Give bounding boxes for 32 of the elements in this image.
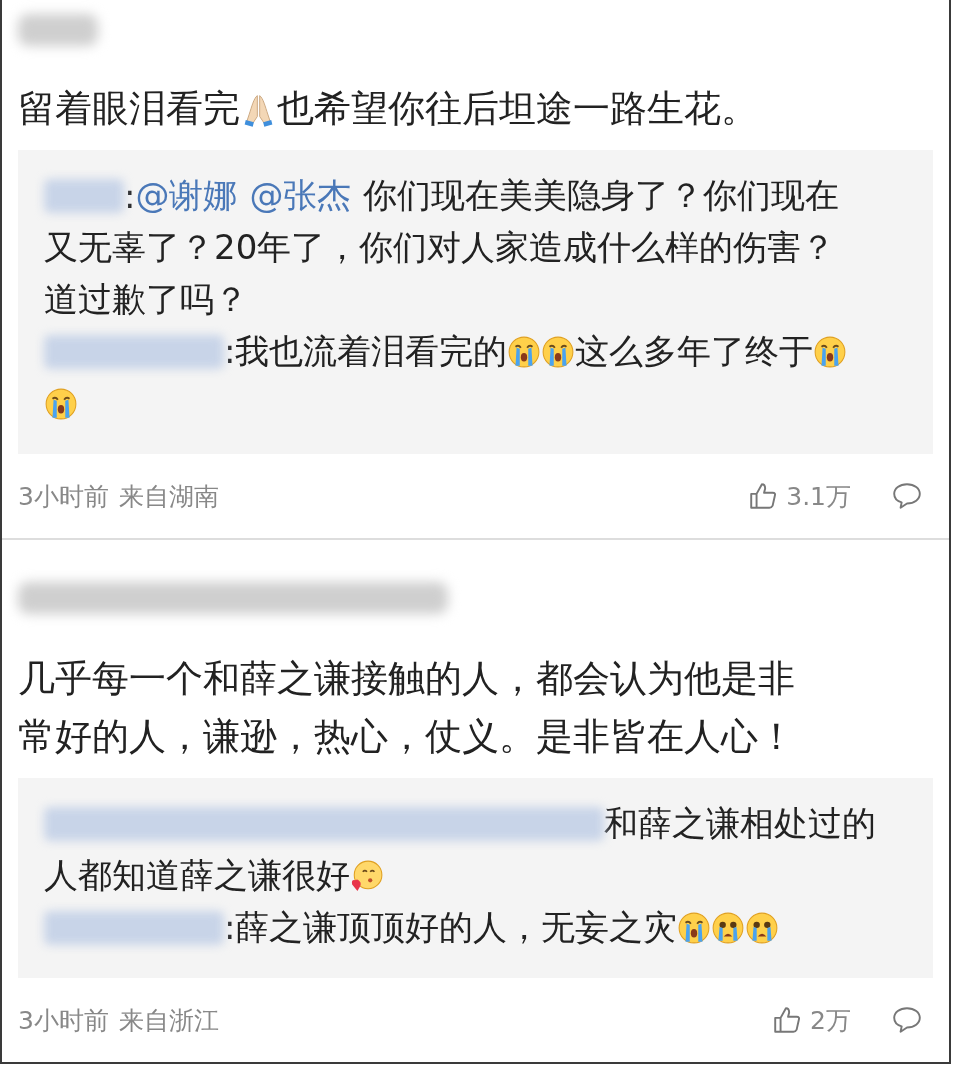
comment-time: 3小时前 xyxy=(18,480,109,513)
comment-location: 来自浙江 xyxy=(118,1004,219,1037)
reply-text: 这么多年了终于 xyxy=(575,330,814,373)
teary-face-icon xyxy=(711,911,746,945)
crying-face-icon xyxy=(44,387,78,421)
crying-face-icon xyxy=(507,335,542,369)
reply-text: 你们现在美美隐身了？你们现在 xyxy=(363,174,840,217)
mention-link[interactable]: @张杰 xyxy=(249,173,352,219)
thumbs-up-icon[interactable] xyxy=(748,481,779,511)
crying-face-icon xyxy=(677,911,712,945)
comment-text: 留着眼泪看完 xyxy=(18,86,240,132)
comment-text: 常好的人，谦逊，热心，仗义。是非皆在人心！ xyxy=(18,714,795,760)
like-count: 3.1万 xyxy=(786,480,851,513)
reply-text: 道过歉了吗？ xyxy=(44,278,248,321)
like-count: 2万 xyxy=(810,1004,851,1037)
comment-location: 来自湖南 xyxy=(118,480,219,513)
reply-text: 和薛之谦相处过的 xyxy=(604,802,876,845)
reply-text: :我也流着泪看完的 xyxy=(224,330,508,373)
comment-text: 几乎每一个和薛之谦接触的人，都会认为他是非 xyxy=(18,656,795,702)
speech-bubble-icon[interactable] xyxy=(891,1005,923,1035)
comment-time: 3小时前 xyxy=(18,1004,109,1037)
thumbs-up-icon[interactable] xyxy=(772,1005,803,1035)
comment-text: 也希望你往后坦途一路生花。 xyxy=(277,86,758,132)
reply-text: :薛之谦顶顶好的人，无妄之灾 xyxy=(224,906,678,949)
reply-text: 人都知道薛之谦很好 xyxy=(44,854,350,897)
reply-text: 又无辜了？20年了，你们对人家造成什么样的伤害？ xyxy=(44,226,836,269)
mention-link[interactable]: @谢娜 xyxy=(135,173,238,219)
teary-face-icon xyxy=(745,911,780,945)
speech-bubble-icon[interactable] xyxy=(891,481,923,511)
crying-face-icon xyxy=(813,335,848,369)
reply-text: : xyxy=(124,176,136,216)
crying-face-icon xyxy=(541,335,576,369)
